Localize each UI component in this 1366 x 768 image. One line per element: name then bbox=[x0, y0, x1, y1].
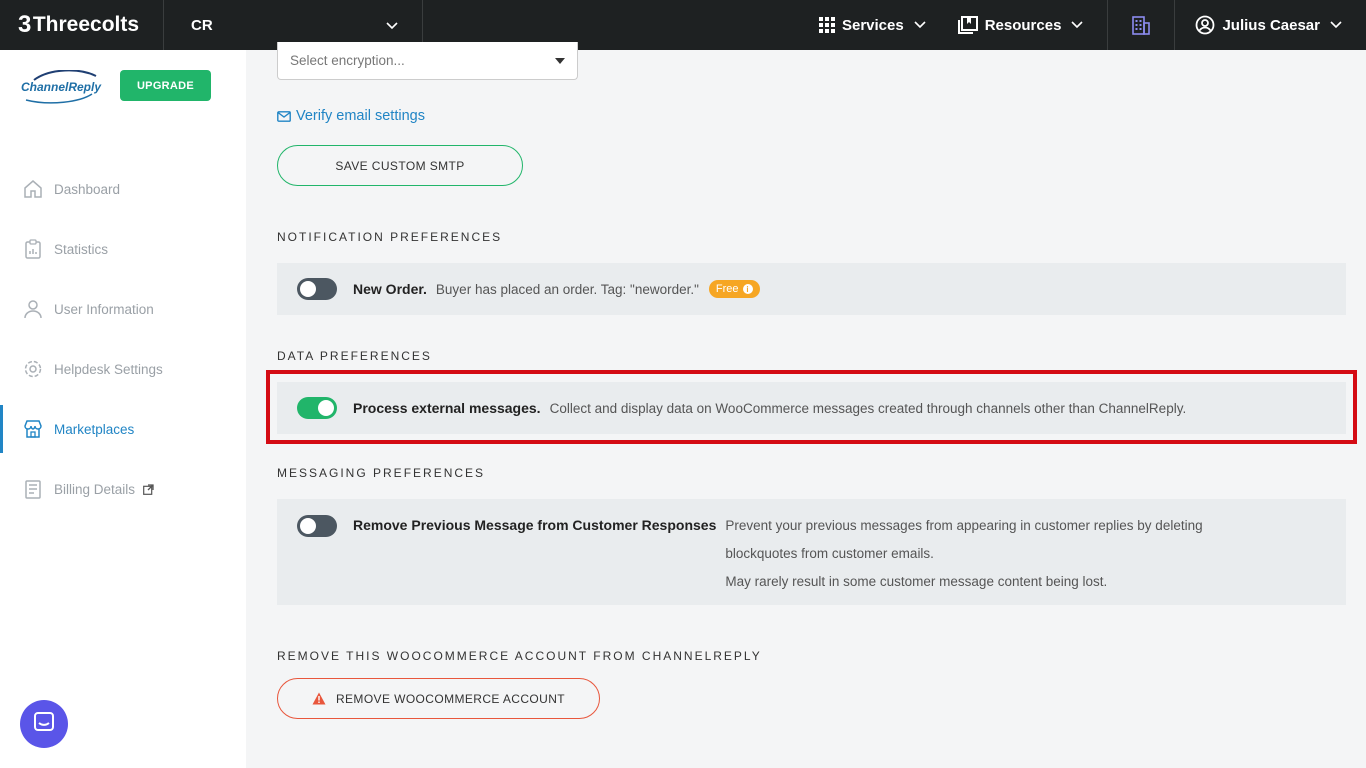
chevron-down-icon bbox=[386, 17, 398, 34]
main-content: Select encryption... Verify email settin… bbox=[246, 42, 1366, 768]
resources-label: Resources bbox=[984, 16, 1062, 34]
user-circle-icon bbox=[1195, 15, 1215, 35]
remove-previous-desc-line2: blockquotes from customer emails. bbox=[725, 546, 934, 561]
sidebar-item-label: Statistics bbox=[54, 241, 109, 257]
encryption-select-placeholder: Select encryption... bbox=[290, 53, 405, 68]
user-icon bbox=[22, 298, 44, 320]
encryption-select[interactable]: Select encryption... bbox=[277, 42, 578, 80]
account-select-value: CR bbox=[191, 16, 213, 34]
sidebar-item-statistics[interactable]: Statistics bbox=[0, 225, 246, 273]
chat-icon bbox=[33, 711, 55, 738]
chevron-down-icon bbox=[1330, 21, 1342, 29]
sidebar-item-billing-details[interactable]: Billing Details bbox=[0, 465, 246, 513]
book-icon bbox=[957, 16, 978, 34]
sidebar-item-label: Marketplaces bbox=[54, 421, 135, 437]
remove-previous-label: Remove Previous Message from Customer Re… bbox=[353, 517, 717, 533]
sidebar-item-label: User Information bbox=[54, 301, 154, 317]
brand-name: Threecolts bbox=[32, 13, 140, 36]
services-label: Services bbox=[841, 16, 904, 34]
highlight-box bbox=[266, 370, 1357, 444]
remove-account-heading: REMOVE THIS WOOCOMMERCE ACCOUNT FROM CHA… bbox=[277, 649, 762, 663]
top-bar: 3 Threecolts CR Services Resources Juliu… bbox=[0, 0, 1366, 50]
external-link-icon bbox=[143, 483, 154, 495]
services-menu[interactable]: Services bbox=[803, 0, 942, 50]
channelreply-logo-text: ChannelReply bbox=[21, 80, 102, 94]
free-badge-label: Free bbox=[715, 283, 739, 295]
chevron-down-icon bbox=[1071, 21, 1084, 29]
new-order-label: New Order. bbox=[353, 281, 427, 297]
remove-previous-desc-line1: Prevent your previous messages from appe… bbox=[725, 518, 1203, 533]
remove-previous-desc-line3: May rarely result in some customer messa… bbox=[725, 574, 1108, 589]
gear-icon bbox=[22, 358, 44, 380]
brand-mark: 3 bbox=[18, 11, 31, 38]
info-icon: i bbox=[742, 284, 753, 294]
notification-preferences-heading: NOTIFICATION PREFERENCES bbox=[277, 230, 503, 244]
verify-email-label: Verify email settings bbox=[296, 108, 425, 124]
new-order-row: New Order. Buyer has placed an order. Ta… bbox=[277, 263, 1346, 315]
free-badge[interactable]: Free i bbox=[708, 280, 760, 298]
new-order-toggle[interactable] bbox=[297, 278, 337, 300]
mail-icon bbox=[277, 110, 291, 122]
new-order-description: Buyer has placed an order. Tag: "neworde… bbox=[435, 281, 699, 297]
verify-email-link[interactable]: Verify email settings bbox=[277, 108, 425, 124]
upgrade-button[interactable]: UPGRADE bbox=[120, 70, 211, 101]
remove-previous-toggle[interactable] bbox=[297, 515, 337, 537]
remove-previous-description: Prevent your previous messages from appe… bbox=[725, 517, 1202, 591]
chevron-down-icon bbox=[914, 21, 926, 29]
remove-account-label: REMOVE WOOCOMMERCE ACCOUNT bbox=[335, 691, 566, 706]
sidebar-item-helpdesk-settings[interactable]: Helpdesk Settings bbox=[0, 345, 246, 393]
sidebar-item-dashboard[interactable]: Dashboard bbox=[0, 165, 246, 213]
warning-icon bbox=[312, 692, 326, 705]
sidebar-item-marketplaces[interactable]: Marketplaces bbox=[0, 405, 246, 453]
grid-icon bbox=[818, 17, 835, 33]
sidebar-item-label: Billing Details bbox=[54, 481, 136, 497]
user-name: Julius Caesar bbox=[1222, 16, 1320, 34]
store-icon bbox=[22, 418, 44, 440]
caret-down-icon bbox=[555, 57, 565, 64]
sidebar-item-label: Helpdesk Settings bbox=[54, 361, 163, 377]
sidebar: ChannelReply UPGRADE Dashboard Statistic… bbox=[0, 50, 246, 768]
save-custom-smtp-button[interactable]: SAVE CUSTOM SMTP bbox=[277, 145, 523, 186]
threecolts-logo[interactable]: 3 Threecolts bbox=[0, 0, 164, 50]
invoice-icon bbox=[22, 478, 44, 500]
resources-menu[interactable]: Resources bbox=[942, 0, 1100, 50]
clipboard-chart-icon bbox=[22, 238, 44, 260]
user-menu[interactable]: Julius Caesar bbox=[1175, 0, 1366, 50]
remove-woocommerce-account-button[interactable]: REMOVE WOOCOMMERCE ACCOUNT bbox=[277, 678, 600, 719]
channelreply-logo[interactable]: ChannelReply bbox=[20, 70, 102, 106]
building-icon[interactable] bbox=[1107, 0, 1176, 50]
sidebar-item-label: Dashboard bbox=[54, 181, 121, 197]
chat-launcher-button[interactable] bbox=[20, 700, 68, 748]
data-preferences-heading: DATA PREFERENCES bbox=[277, 349, 432, 363]
home-icon bbox=[22, 178, 44, 200]
remove-previous-row: Remove Previous Message from Customer Re… bbox=[277, 499, 1346, 605]
messaging-preferences-heading: MESSAGING PREFERENCES bbox=[277, 466, 486, 480]
sidebar-item-user-information[interactable]: User Information bbox=[0, 285, 246, 333]
